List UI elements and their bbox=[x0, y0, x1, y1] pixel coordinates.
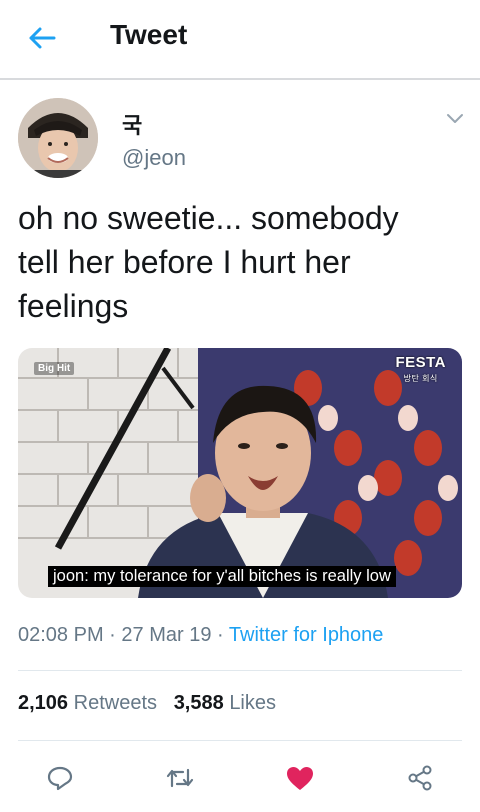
tweet-text-line: oh no sweetie... somebody bbox=[18, 200, 399, 236]
meta-separator: · bbox=[109, 624, 116, 646]
tweet-actions bbox=[0, 756, 480, 796]
tweet-text: oh no sweetie... somebody tell her befor… bbox=[18, 196, 458, 328]
retweets-stat[interactable]: 2,106 Retweets bbox=[18, 692, 163, 714]
back-button[interactable] bbox=[22, 20, 62, 56]
likes-stat[interactable]: 3,588 Likes bbox=[174, 692, 276, 714]
media-caption: joon: my tolerance for y'all bitches is … bbox=[48, 566, 396, 587]
reply-button[interactable] bbox=[42, 760, 78, 796]
tweet-stats: 2,106 Retweets 3,588 Likes bbox=[18, 692, 276, 715]
avatar[interactable] bbox=[18, 98, 98, 178]
share-icon bbox=[408, 765, 432, 791]
likes-label: Likes bbox=[229, 692, 277, 714]
festa-logo-subtext: 방탄 회식 bbox=[403, 374, 438, 383]
tweet-text-line: feelings bbox=[18, 288, 129, 324]
retweets-count: 2,106 bbox=[18, 692, 69, 714]
media-logo-left: Big Hit bbox=[34, 362, 75, 375]
likes-count: 3,588 bbox=[173, 692, 224, 714]
tweet-date: 27 Mar 19 bbox=[121, 624, 212, 646]
reply-icon bbox=[47, 766, 73, 791]
media-image bbox=[18, 348, 462, 598]
festa-logo-text: FESTA bbox=[395, 354, 446, 371]
share-button[interactable] bbox=[402, 760, 438, 796]
tweet-time: 02:08 PM bbox=[18, 624, 104, 646]
app-header: Tweet bbox=[0, 0, 480, 80]
tweet-timestamp-line: 02:08 PM · 27 Mar 19 · Twitter for Iphon… bbox=[18, 624, 383, 647]
tweet-media[interactable]: Big Hit FESTA 방탄 회식 joon: my tolerance f… bbox=[18, 348, 462, 598]
like-button[interactable] bbox=[282, 760, 318, 796]
retweets-label: Retweets bbox=[73, 692, 157, 714]
tweet-text-line: tell her before I hurt her bbox=[18, 244, 351, 280]
divider bbox=[18, 670, 462, 671]
divider bbox=[18, 740, 462, 741]
page-title: Tweet bbox=[110, 19, 188, 50]
profile-avatar-image bbox=[18, 98, 98, 178]
meta-separator: · bbox=[217, 624, 224, 646]
tweet-source-link[interactable]: Twitter for Iphone bbox=[229, 624, 384, 646]
heart-icon bbox=[287, 767, 313, 790]
arrow-left-icon bbox=[29, 27, 56, 49]
author-handle[interactable]: @jeon bbox=[122, 145, 186, 171]
tweet-menu-button[interactable] bbox=[442, 108, 468, 128]
author-display-name[interactable]: 국 bbox=[122, 108, 142, 140]
retweet-icon bbox=[166, 768, 194, 788]
chevron-down-icon bbox=[447, 114, 463, 123]
media-logo-right: FESTA 방탄 회식 bbox=[395, 354, 446, 384]
retweet-button[interactable] bbox=[162, 760, 198, 796]
tweet-author: 국 @jeon bbox=[18, 98, 468, 178]
